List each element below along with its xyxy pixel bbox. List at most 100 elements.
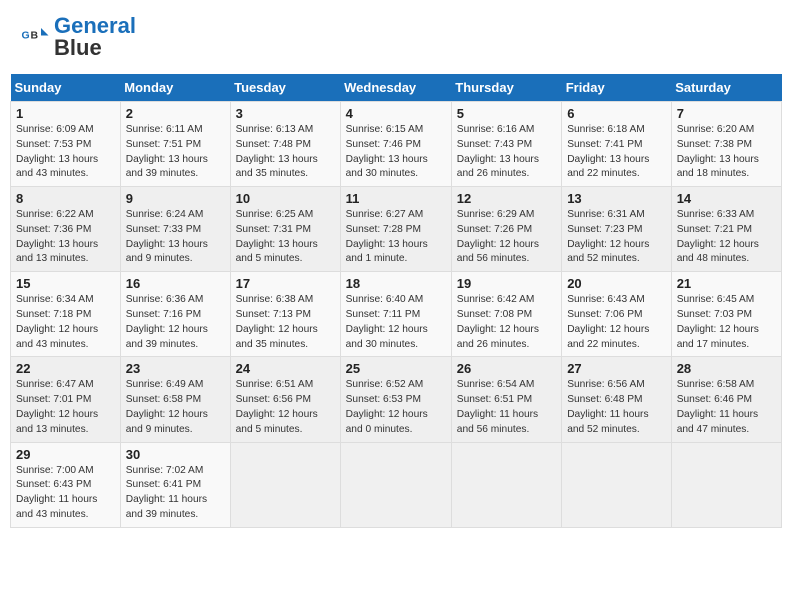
day-number: 8: [16, 191, 115, 206]
calendar-cell: 2 Sunrise: 6:11 AM Sunset: 7:51 PM Dayli…: [120, 102, 230, 187]
day-number: 6: [567, 106, 666, 121]
calendar-week-row: 15 Sunrise: 6:34 AM Sunset: 7:18 PM Dayl…: [11, 272, 782, 357]
calendar-week-row: 1 Sunrise: 6:09 AM Sunset: 7:53 PM Dayli…: [11, 102, 782, 187]
calendar-cell: 20 Sunrise: 6:43 AM Sunset: 7:06 PM Dayl…: [562, 272, 672, 357]
calendar-cell: 29 Sunrise: 7:00 AM Sunset: 6:43 PM Dayl…: [11, 442, 121, 527]
day-info: Sunrise: 6:22 AM Sunset: 7:36 PM Dayligh…: [16, 208, 115, 267]
calendar-week-row: 8 Sunrise: 6:22 AM Sunset: 7:36 PM Dayli…: [11, 187, 782, 272]
day-info: Sunrise: 6:52 AM Sunset: 6:53 PM Dayligh…: [346, 378, 446, 437]
calendar-table: Sunday Monday Tuesday Wednesday Thursday…: [10, 74, 782, 528]
day-number: 11: [346, 191, 446, 206]
day-number: 15: [16, 276, 115, 291]
day-number: 13: [567, 191, 666, 206]
col-tuesday: Tuesday: [230, 74, 340, 102]
day-info: Sunrise: 6:40 AM Sunset: 7:11 PM Dayligh…: [346, 293, 446, 352]
day-info: Sunrise: 6:47 AM Sunset: 7:01 PM Dayligh…: [16, 378, 115, 437]
day-info: Sunrise: 6:15 AM Sunset: 7:46 PM Dayligh…: [346, 123, 446, 182]
day-info: Sunrise: 6:33 AM Sunset: 7:21 PM Dayligh…: [677, 208, 776, 267]
day-info: Sunrise: 6:29 AM Sunset: 7:26 PM Dayligh…: [457, 208, 556, 267]
day-info: Sunrise: 6:43 AM Sunset: 7:06 PM Dayligh…: [567, 293, 666, 352]
day-info: Sunrise: 6:36 AM Sunset: 7:16 PM Dayligh…: [126, 293, 225, 352]
calendar-cell: 24 Sunrise: 6:51 AM Sunset: 6:56 PM Dayl…: [230, 357, 340, 442]
calendar-cell: 17 Sunrise: 6:38 AM Sunset: 7:13 PM Dayl…: [230, 272, 340, 357]
calendar-cell: 26 Sunrise: 6:54 AM Sunset: 6:51 PM Dayl…: [451, 357, 561, 442]
calendar-cell: 14 Sunrise: 6:33 AM Sunset: 7:21 PM Dayl…: [671, 187, 781, 272]
day-info: Sunrise: 6:54 AM Sunset: 6:51 PM Dayligh…: [457, 378, 556, 437]
day-number: 4: [346, 106, 446, 121]
col-monday: Monday: [120, 74, 230, 102]
calendar-cell: 18 Sunrise: 6:40 AM Sunset: 7:11 PM Dayl…: [340, 272, 451, 357]
day-info: Sunrise: 7:00 AM Sunset: 6:43 PM Dayligh…: [16, 464, 115, 523]
svg-text:B: B: [31, 30, 39, 42]
calendar-cell: 25 Sunrise: 6:52 AM Sunset: 6:53 PM Dayl…: [340, 357, 451, 442]
day-info: Sunrise: 6:51 AM Sunset: 6:56 PM Dayligh…: [236, 378, 335, 437]
calendar-cell: 16 Sunrise: 6:36 AM Sunset: 7:16 PM Dayl…: [120, 272, 230, 357]
day-number: 29: [16, 447, 115, 462]
day-number: 3: [236, 106, 335, 121]
calendar-header-row: Sunday Monday Tuesday Wednesday Thursday…: [11, 74, 782, 102]
calendar-cell: [230, 442, 340, 527]
day-number: 2: [126, 106, 225, 121]
calendar-cell: 12 Sunrise: 6:29 AM Sunset: 7:26 PM Dayl…: [451, 187, 561, 272]
col-saturday: Saturday: [671, 74, 781, 102]
day-info: Sunrise: 6:25 AM Sunset: 7:31 PM Dayligh…: [236, 208, 335, 267]
calendar-cell: 27 Sunrise: 6:56 AM Sunset: 6:48 PM Dayl…: [562, 357, 672, 442]
calendar-cell: 10 Sunrise: 6:25 AM Sunset: 7:31 PM Dayl…: [230, 187, 340, 272]
day-number: 17: [236, 276, 335, 291]
day-info: Sunrise: 6:34 AM Sunset: 7:18 PM Dayligh…: [16, 293, 115, 352]
day-number: 22: [16, 361, 115, 376]
day-info: Sunrise: 6:58 AM Sunset: 6:46 PM Dayligh…: [677, 378, 776, 437]
calendar-cell: 4 Sunrise: 6:15 AM Sunset: 7:46 PM Dayli…: [340, 102, 451, 187]
calendar-cell: 15 Sunrise: 6:34 AM Sunset: 7:18 PM Dayl…: [11, 272, 121, 357]
calendar-cell: 11 Sunrise: 6:27 AM Sunset: 7:28 PM Dayl…: [340, 187, 451, 272]
calendar-cell: 9 Sunrise: 6:24 AM Sunset: 7:33 PM Dayli…: [120, 187, 230, 272]
calendar-cell: 6 Sunrise: 6:18 AM Sunset: 7:41 PM Dayli…: [562, 102, 672, 187]
day-number: 26: [457, 361, 556, 376]
logo: G B GeneralBlue: [20, 15, 136, 59]
day-info: Sunrise: 6:20 AM Sunset: 7:38 PM Dayligh…: [677, 123, 776, 182]
day-info: Sunrise: 6:49 AM Sunset: 6:58 PM Dayligh…: [126, 378, 225, 437]
day-number: 25: [346, 361, 446, 376]
day-info: Sunrise: 6:09 AM Sunset: 7:53 PM Dayligh…: [16, 123, 115, 182]
svg-text:G: G: [22, 30, 30, 42]
day-number: 18: [346, 276, 446, 291]
calendar-week-row: 22 Sunrise: 6:47 AM Sunset: 7:01 PM Dayl…: [11, 357, 782, 442]
day-info: Sunrise: 7:02 AM Sunset: 6:41 PM Dayligh…: [126, 464, 225, 523]
day-info: Sunrise: 6:38 AM Sunset: 7:13 PM Dayligh…: [236, 293, 335, 352]
day-number: 21: [677, 276, 776, 291]
day-number: 28: [677, 361, 776, 376]
calendar-cell: 21 Sunrise: 6:45 AM Sunset: 7:03 PM Dayl…: [671, 272, 781, 357]
day-info: Sunrise: 6:16 AM Sunset: 7:43 PM Dayligh…: [457, 123, 556, 182]
calendar-cell: 28 Sunrise: 6:58 AM Sunset: 6:46 PM Dayl…: [671, 357, 781, 442]
day-info: Sunrise: 6:45 AM Sunset: 7:03 PM Dayligh…: [677, 293, 776, 352]
day-number: 12: [457, 191, 556, 206]
day-number: 27: [567, 361, 666, 376]
page-header: G B GeneralBlue: [10, 10, 782, 64]
day-number: 30: [126, 447, 225, 462]
calendar-week-row: 29 Sunrise: 7:00 AM Sunset: 6:43 PM Dayl…: [11, 442, 782, 527]
day-number: 10: [236, 191, 335, 206]
calendar-cell: 23 Sunrise: 6:49 AM Sunset: 6:58 PM Dayl…: [120, 357, 230, 442]
day-number: 7: [677, 106, 776, 121]
day-number: 14: [677, 191, 776, 206]
day-info: Sunrise: 6:42 AM Sunset: 7:08 PM Dayligh…: [457, 293, 556, 352]
calendar-cell: 1 Sunrise: 6:09 AM Sunset: 7:53 PM Dayli…: [11, 102, 121, 187]
calendar-cell: 7 Sunrise: 6:20 AM Sunset: 7:38 PM Dayli…: [671, 102, 781, 187]
day-info: Sunrise: 6:27 AM Sunset: 7:28 PM Dayligh…: [346, 208, 446, 267]
col-thursday: Thursday: [451, 74, 561, 102]
logo-icon: G B: [20, 22, 50, 52]
col-friday: Friday: [562, 74, 672, 102]
day-number: 9: [126, 191, 225, 206]
col-sunday: Sunday: [11, 74, 121, 102]
day-info: Sunrise: 6:13 AM Sunset: 7:48 PM Dayligh…: [236, 123, 335, 182]
day-number: 5: [457, 106, 556, 121]
day-number: 24: [236, 361, 335, 376]
day-number: 16: [126, 276, 225, 291]
calendar-cell: 5 Sunrise: 6:16 AM Sunset: 7:43 PM Dayli…: [451, 102, 561, 187]
calendar-cell: [562, 442, 672, 527]
calendar-cell: [340, 442, 451, 527]
day-number: 19: [457, 276, 556, 291]
calendar-cell: 19 Sunrise: 6:42 AM Sunset: 7:08 PM Dayl…: [451, 272, 561, 357]
day-info: Sunrise: 6:11 AM Sunset: 7:51 PM Dayligh…: [126, 123, 225, 182]
day-info: Sunrise: 6:56 AM Sunset: 6:48 PM Dayligh…: [567, 378, 666, 437]
